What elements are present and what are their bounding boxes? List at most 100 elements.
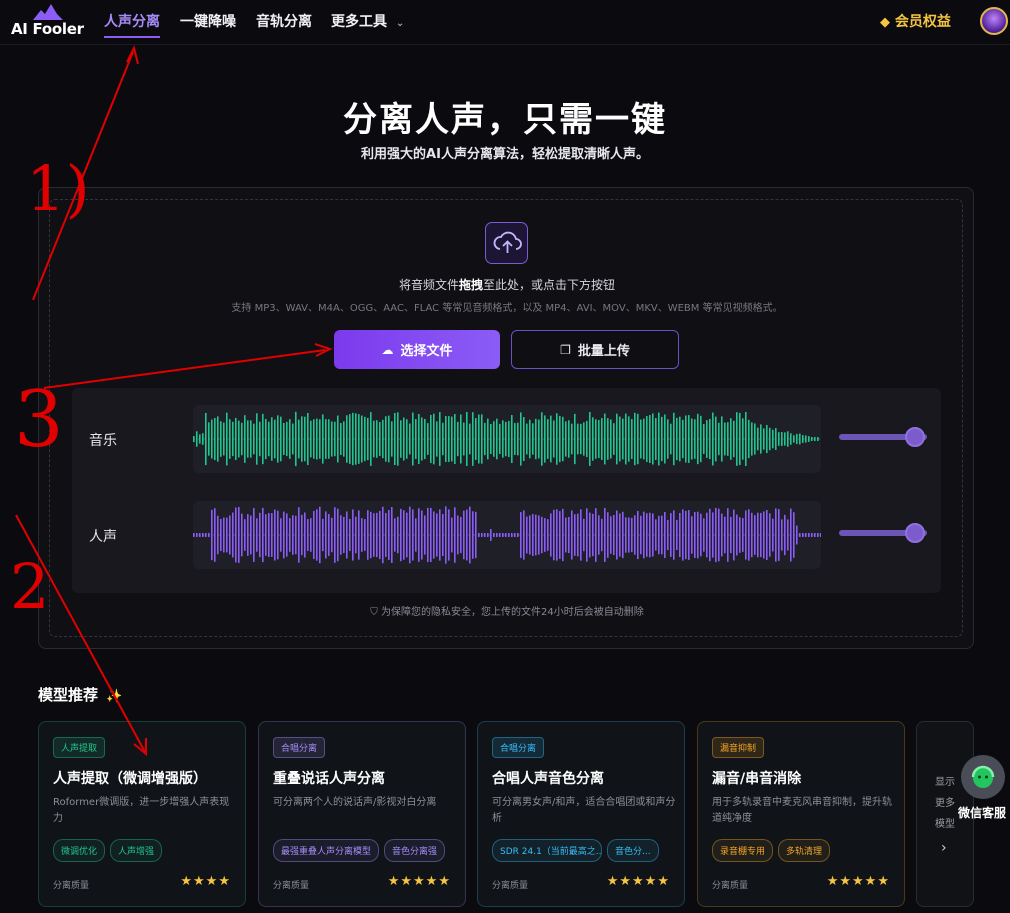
brand-name[interactable]: AI Fooler — [11, 20, 84, 38]
nav-more-tools-label: 更多工具 — [331, 14, 387, 30]
waveform-bar — [214, 508, 216, 562]
model-chip: 多轨清理 — [778, 839, 831, 862]
waveform-bar — [766, 424, 768, 454]
model-chip: 录音棚专用 — [712, 839, 774, 862]
waveform-bar — [427, 507, 429, 563]
waveform-bar — [421, 510, 423, 560]
nav-vocal-separation[interactable]: 人声分离 — [104, 11, 160, 38]
waveform-bar — [562, 416, 564, 462]
privacy-notice: ⛉ 为保障您的隐私安全，您上传的文件24小时后会被自动删除 — [39, 603, 975, 618]
nav-track-separation[interactable]: 音轨分离 — [256, 11, 312, 31]
waveform-bar — [664, 414, 666, 464]
waveform-bar — [577, 513, 579, 557]
waveform-bar — [406, 419, 408, 459]
waveform-bar — [589, 412, 591, 466]
waveform-bar — [646, 513, 648, 557]
waveform-bar — [361, 518, 363, 552]
waveform-bar — [271, 417, 273, 461]
waveform-bar — [685, 510, 687, 560]
track-label-vocal: 人声 — [89, 529, 117, 545]
waveform-bar — [367, 417, 369, 461]
waveform-bar — [514, 533, 516, 537]
shield-icon: ⛉ — [370, 607, 378, 618]
model-card[interactable]: 合唱分离 合唱人声音色分离 可分离男女声/和声，适合合唱团或和声分析 SDR 24.1… — [477, 721, 685, 907]
waveform-bar — [502, 420, 504, 458]
waveform-bar — [214, 417, 216, 461]
logo-mark-icon — [33, 4, 63, 20]
waveform-bar — [751, 422, 753, 456]
waveform-bar — [454, 414, 456, 464]
waveform-bar — [409, 423, 411, 455]
waveform-bar — [709, 508, 711, 562]
waveform-bar — [457, 421, 459, 457]
waveform-bar — [655, 417, 657, 461]
waveform-bar — [472, 412, 474, 466]
music-waveform[interactable] — [193, 405, 821, 473]
waveform-bar — [694, 512, 696, 558]
waveform-bar — [451, 517, 453, 553]
waveform-bar — [244, 415, 246, 463]
waveform-bar — [517, 533, 519, 537]
avatar[interactable] — [980, 7, 1008, 35]
quality-label: 分离质量 — [273, 881, 310, 891]
nav-more-tools[interactable]: 更多工具 ⌄ — [331, 11, 404, 31]
waveform-bar — [553, 420, 555, 458]
waveform-bar — [295, 515, 297, 555]
waveform-bar — [745, 411, 747, 467]
waveform-bar — [637, 413, 639, 465]
waveform-bar — [409, 506, 411, 564]
waveform-bar — [370, 511, 372, 559]
batch-upload-button[interactable]: ❐ 批量上传 — [511, 330, 679, 369]
waveform-bar — [382, 419, 384, 459]
waveform-bar — [502, 533, 504, 537]
waveform-bar — [232, 421, 234, 457]
wechat-support[interactable]: 微信客服 — [958, 755, 1008, 820]
model-tag: 合唱分离 — [273, 737, 326, 758]
waveform-bar — [310, 518, 312, 552]
waveform-bar — [208, 422, 210, 456]
nav-denoise[interactable]: 一键降噪 — [180, 11, 236, 31]
waveform-bar — [313, 419, 315, 459]
waveform-bar — [712, 512, 714, 558]
waveform-bar — [586, 420, 588, 458]
waveform-bar — [769, 427, 771, 451]
waveform-bar — [610, 419, 612, 459]
waveform-bar — [793, 512, 795, 558]
model-card[interactable]: 人声提取 人声提取（微调增强版） Roformer微调版，进一步增强人声表现力 微调优… — [38, 721, 246, 907]
waveform-bar — [367, 510, 369, 560]
waveform-bar — [799, 433, 801, 445]
waveform-bar — [499, 533, 501, 537]
model-card[interactable]: 漏音抑制 漏音/串音消除 用于多轨录音中麦克风串音抑制，提升轨道纯净度 录音棚专用 多轨… — [697, 721, 905, 907]
cloud-upload-icon[interactable] — [485, 222, 528, 264]
supported-formats: 支持 MP3、WAV、M4A、OGG、AAC、FLAC 等常见音频格式，以及 M… — [231, 303, 783, 314]
waveform-bar — [529, 419, 531, 459]
member-benefits-link[interactable]: ◆ 会员权益 — [880, 11, 951, 31]
music-volume-handle[interactable] — [905, 427, 925, 447]
waveform-bar — [289, 518, 291, 552]
waveform-bar — [556, 509, 558, 561]
waveform-bar — [691, 418, 693, 460]
waveform-bar — [394, 412, 396, 466]
waveform-bar — [340, 515, 342, 555]
waveform-bar — [319, 419, 321, 459]
vocal-volume-handle[interactable] — [905, 523, 925, 543]
waveform-bar — [292, 423, 294, 455]
waveform-bar — [388, 415, 390, 463]
waveform-bar — [709, 418, 711, 460]
waveform-bar — [598, 420, 600, 458]
sparkle-icon: ✨ — [106, 689, 123, 704]
waveform-bar — [439, 509, 441, 561]
waveform-bar — [442, 513, 444, 557]
quality-stars: ★★★★★ — [387, 874, 451, 889]
vocal-waveform[interactable] — [193, 501, 821, 569]
waveform-bar — [415, 419, 417, 459]
waveform-bar — [427, 423, 429, 455]
select-file-button[interactable]: ☁ 选择文件 — [334, 330, 500, 369]
waveform-bar — [583, 518, 585, 552]
waveform-bar — [739, 412, 741, 466]
model-card[interactable]: 合唱分离 重叠说话人声分离 可分离两个人的说话声/影视对白分离 最强重叠人声分离模型音… — [258, 721, 466, 907]
waveform-bar — [508, 533, 510, 537]
waveform-bar — [562, 508, 564, 562]
waveform-bar — [667, 519, 669, 551]
waveform-bar — [334, 421, 336, 457]
